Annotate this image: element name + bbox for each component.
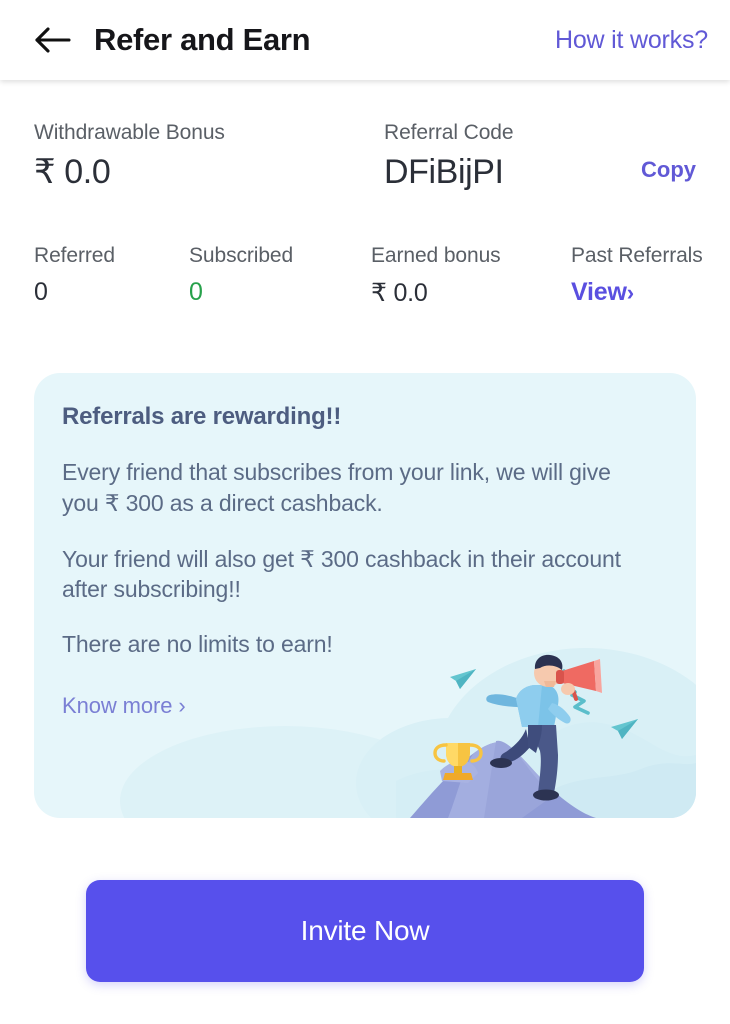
view-past-referrals-button[interactable]: View› [571,278,703,307]
stat-subscribed: Subscribed 0 [189,244,371,308]
stat-referred: Referred 0 [34,244,189,308]
view-label: View [571,278,627,307]
stats-row: Referred 0 Subscribed 0 Earned bonus ₹ 0… [0,244,730,308]
referral-info-card: Referrals are rewarding!! Every friend t… [34,373,696,819]
arrow-left-icon [34,25,72,55]
referral-code-value: DFiBijPI [384,153,504,192]
stat-earned-bonus-value: ₹ 0.0 [371,279,428,308]
back-button[interactable] [30,17,76,63]
summary-section: Withdrawable Bonus ₹ 0.0 Referral Code D… [0,80,730,192]
how-it-works-link[interactable]: How it works? [555,26,712,55]
cta-container: Invite Now [0,880,730,982]
stat-past-referrals-label: Past Referrals [571,244,703,268]
card-paragraph-3: There are no limits to earn! [62,630,333,657]
card-paragraph-1: Every friend that subscribes from your l… [62,459,611,516]
stat-earned-bonus-label: Earned bonus [371,244,501,268]
stat-subscribed-label: Subscribed [189,244,294,268]
know-more-link[interactable]: Know more › [62,693,186,719]
copy-code-button[interactable]: Copy [631,157,696,183]
chevron-right-icon: › [626,280,634,306]
stat-referred-label: Referred [34,244,115,268]
stat-subscribed-value: 0 [189,278,203,307]
card-title: Referrals are rewarding!! [62,403,342,431]
stat-past-referrals: Past Referrals View› [571,244,703,308]
card-paragraph-2: Your friend will also get ₹ 300 cashback… [62,546,621,603]
withdrawable-bonus-value: ₹ 0.0 [34,153,111,192]
app-header: Refer and Earn How it works? [0,0,730,80]
refer-and-earn-screen: Refer and Earn How it works? Withdrawabl… [0,0,730,1024]
referral-code-label: Referral Code [384,121,514,144]
referral-code-block: Referral Code DFiBijPI Copy [384,120,696,192]
stat-earned-bonus: Earned bonus ₹ 0.0 [371,244,571,308]
stat-referred-value: 0 [34,278,48,307]
page-title: Refer and Earn [94,22,311,57]
withdrawable-bonus-label: Withdrawable Bonus [34,121,225,144]
withdrawable-bonus-block: Withdrawable Bonus ₹ 0.0 [34,120,384,192]
invite-now-button[interactable]: Invite Now [86,880,644,982]
